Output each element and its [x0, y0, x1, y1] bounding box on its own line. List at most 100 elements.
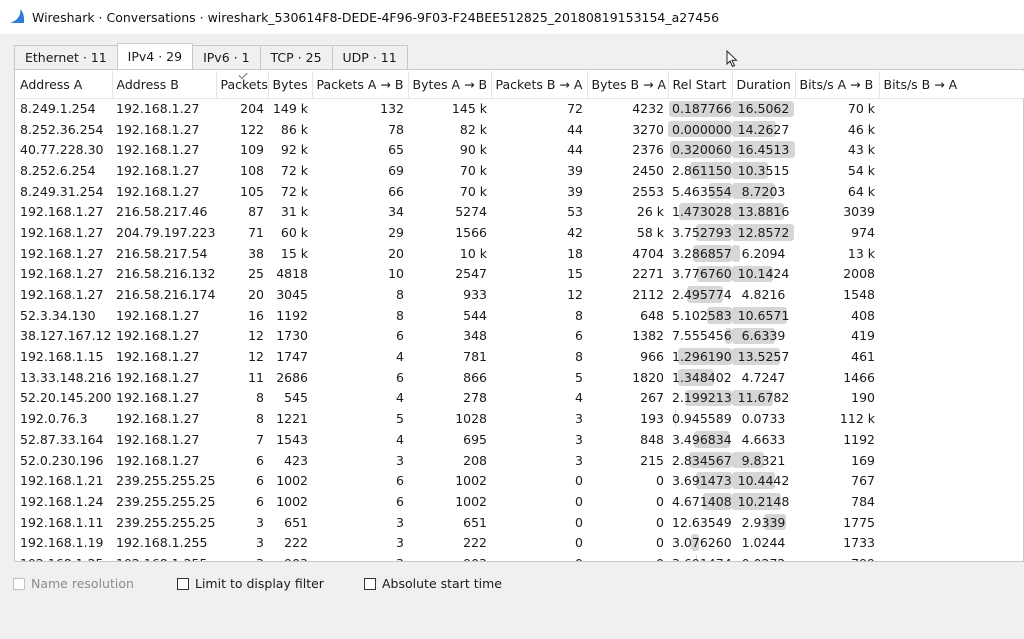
cell-bits-per-sec-a-to-b: 64 k [847, 183, 875, 199]
table-row[interactable]: 192.168.1.27 216.58.217.54 38 15 k 20 10 k 18 4… [16, 243, 1024, 264]
column-header-bytes-b-to-a[interactable]: Bytes B → A [587, 71, 669, 99]
conversation-table-viewport[interactable]: Address A Address B Packets Bytes Packets A … [16, 71, 1024, 561]
column-header-packets-a-to-b[interactable]: Packets A → B [312, 71, 409, 99]
table-row[interactable]: 192.0.76.3 192.168.1.27 8 1221 5 1028 3 193 0.94… [16, 408, 1024, 429]
table-row[interactable]: 8.249.31.254 192.168.1.27 105 72 k 66 70 k 39 2… [16, 181, 1024, 202]
absolute-start-time-checkbox[interactable]: Absolute start time [364, 576, 502, 591]
column-header-address-a[interactable]: Address A [16, 71, 113, 99]
table-row[interactable]: 192.168.1.27 216.58.216.132 25 4818 10 2547 15… [16, 264, 1024, 285]
cell-bytes: 4818 [276, 266, 308, 282]
table-row[interactable]: 192.168.1.27 204.79.197.223 71 60 k 29 1566 42… [16, 222, 1024, 243]
cell-packets-a-to-b: 10 [388, 266, 404, 282]
table-row[interactable]: 8.252.36.254 192.168.1.27 122 86 k 78 82 k 44 3… [16, 119, 1024, 140]
cell-bytes: 149 k [272, 101, 308, 117]
table-row[interactable]: 52.87.33.164 192.168.1.27 7 1543 4 695 3 848 3.4… [16, 429, 1024, 450]
cell-bits-per-sec-b-to-a [879, 470, 1024, 491]
cell-bytes: 31 k [280, 204, 308, 220]
table-row[interactable]: 192.168.1.27 216.58.216.174 20 3045 8 933 12 21… [16, 284, 1024, 305]
checkbox-box[interactable] [177, 577, 189, 590]
table-row[interactable]: 192.168.1.19 192.168.1.255 3 222 3 222 0 0 3.076… [16, 532, 1024, 553]
cell-address-b: 192.168.1.27 [116, 183, 200, 199]
table-row[interactable]: 38.127.167.12 192.168.1.27 12 1730 6 348 6 1382… [16, 326, 1024, 347]
checkbox-box[interactable] [364, 577, 376, 590]
tab-ethernet[interactable]: Ethernet · 11 [14, 45, 118, 69]
cell-text: 0.000000 [672, 121, 732, 137]
cell-address-a: 192.168.1.21 [20, 473, 104, 489]
column-header-bits-per-sec-b-to-a[interactable]: Bits/s B → A [879, 71, 1024, 99]
cell-address-a: 8.252.36.254 [20, 121, 104, 137]
table-row[interactable]: 8.252.6.254 192.168.1.27 108 72 k 69 70 k 39 24… [16, 160, 1024, 181]
table-row[interactable]: 192.168.1.21 239.255.255.250 6 1002 6 1002 0 0 3… [16, 470, 1024, 491]
cell-rel-start: 7.555456 [668, 326, 732, 347]
column-header-packets[interactable]: Packets [216, 71, 269, 99]
cell-bytes: 1002 [276, 493, 308, 509]
cell-bytes-b-to-a: 2376 [632, 142, 664, 158]
cell-packets-a-to-b: 29 [388, 224, 404, 240]
cell-address-b: 216.58.217.46 [116, 204, 208, 220]
table-row[interactable]: 192.168.1.15 192.168.1.27 12 1747 4 781 8 966 1.… [16, 346, 1024, 367]
cell-packets-a-to-b: 65 [388, 142, 404, 158]
cell-bytes-b-to-a: 0 [587, 553, 668, 561]
column-header-rel-start[interactable]: Rel Start [668, 71, 733, 99]
cell-duration: 4.7247 [732, 367, 795, 388]
cell-text: 2.495774 [672, 287, 732, 303]
cell-text: 2.834567 [672, 452, 732, 468]
table-row[interactable]: 52.0.230.196 192.168.1.27 6 423 3 208 3 215 2.83… [16, 450, 1024, 471]
cell-bytes-b-to-a: 2112 [632, 287, 664, 303]
cell-bytes-b-to-a: 1382 [632, 328, 664, 344]
cell-packets: 6 [256, 452, 264, 468]
cell-bits-per-sec-a-to-b: 1548 [843, 287, 875, 303]
table-row[interactable]: 8.249.1.254 192.168.1.27 204 149 k 132 145 k 7… [16, 98, 1024, 119]
cell-text: 4.671408 [672, 493, 732, 509]
cell-bits-per-sec-a-to-b: 112 k [839, 411, 875, 427]
cell-bits-per-sec-a-to-b: 784 [851, 493, 875, 509]
table-row[interactable]: 192.168.1.25192.168.1.25539033903003.691… [16, 553, 1024, 561]
cell-bytes-a-to-b: 10 k [459, 245, 487, 261]
cell-text: 1.473028 [672, 204, 732, 220]
limit-to-display-filter-checkbox[interactable]: Limit to display filter [177, 576, 324, 591]
table-row[interactable]: 40.77.228.30 192.168.1.27 109 92 k 65 90 k 44 2… [16, 139, 1024, 160]
mouse-cursor-icon [726, 50, 738, 68]
tab-ipv6[interactable]: IPv6 · 1 [192, 45, 261, 69]
title-bar: Wireshark · Conversations · wireshark_53… [0, 0, 1024, 34]
cell-address-b: 192.168.1.27 [116, 328, 200, 344]
table-row[interactable]: 52.3.34.130 192.168.1.27 16 1192 8 544 8 648 5.1… [16, 305, 1024, 326]
cell-duration: 2.9339 [732, 512, 795, 533]
cell-bytes-a-to-b: 695 [463, 431, 487, 447]
cell-duration: 4.8216 [732, 284, 795, 305]
tab-udp[interactable]: UDP · 11 [331, 45, 408, 69]
cell-text: 12.8572 [737, 224, 790, 240]
cell-packets: 6 [256, 493, 264, 509]
cell-text: 13.5257 [737, 349, 790, 365]
table-row[interactable]: 192.168.1.24 239.255.255.250 6 1002 6 1002 0 0 4… [16, 491, 1024, 512]
column-header-address-b[interactable]: Address B [112, 71, 217, 99]
cell-bytes-b-to-a: 267 [640, 390, 664, 406]
cell-bits-per-sec-a-to-b: 1733 [843, 535, 875, 551]
cell-bits-per-sec-b-to-a [879, 553, 1024, 561]
cell-address-b: 192.168.1.255 [116, 535, 208, 551]
table-row[interactable]: 192.168.1.11 239.255.255.250 3 651 3 651 0 0 12.… [16, 512, 1024, 533]
cell-packets: 12 [248, 349, 264, 365]
column-header-bits-per-sec-a-to-b[interactable]: Bits/s A → B [795, 71, 880, 99]
table-row[interactable]: 13.33.148.216 192.168.1.27 11 2686 6 866 5 1820… [16, 367, 1024, 388]
column-header-bytes-a-to-b[interactable]: Bytes A → B [408, 71, 492, 99]
column-header-duration[interactable]: Duration [732, 71, 796, 99]
cell-text: 0.187766 [672, 101, 732, 117]
cell-packets-b-to-a: 0 [491, 553, 587, 561]
cell-bits-per-sec-b-to-a [879, 367, 1024, 388]
column-header-packets-b-to-a[interactable]: Packets B → A [491, 71, 588, 99]
column-header-bytes[interactable]: Bytes [268, 71, 313, 99]
cell-rel-start: 0.187766 [668, 98, 732, 119]
tab-tcp[interactable]: TCP · 25 [259, 45, 333, 69]
cell-address-a: 52.3.34.130 [20, 307, 96, 323]
cell-duration: 13.8816 [732, 201, 795, 222]
cell-text: 3.076260 [672, 535, 732, 551]
table-row[interactable]: 52.20.145.200 192.168.1.27 8 545 4 278 4 267 2.1… [16, 388, 1024, 409]
cell-bits-per-sec-a-to-b: 1775 [843, 514, 875, 530]
cell-address-b: 192.168.1.27 [116, 390, 200, 406]
cell-packets: 122 [240, 121, 264, 137]
cell-address-a: 192.168.1.27 [20, 245, 104, 261]
cell-rel-start: 0.000000 [668, 119, 732, 140]
tab-ipv4[interactable]: IPv4 · 29 [116, 43, 194, 69]
table-row[interactable]: 192.168.1.27 216.58.217.46 87 31 k 34 5274 53 2… [16, 201, 1024, 222]
